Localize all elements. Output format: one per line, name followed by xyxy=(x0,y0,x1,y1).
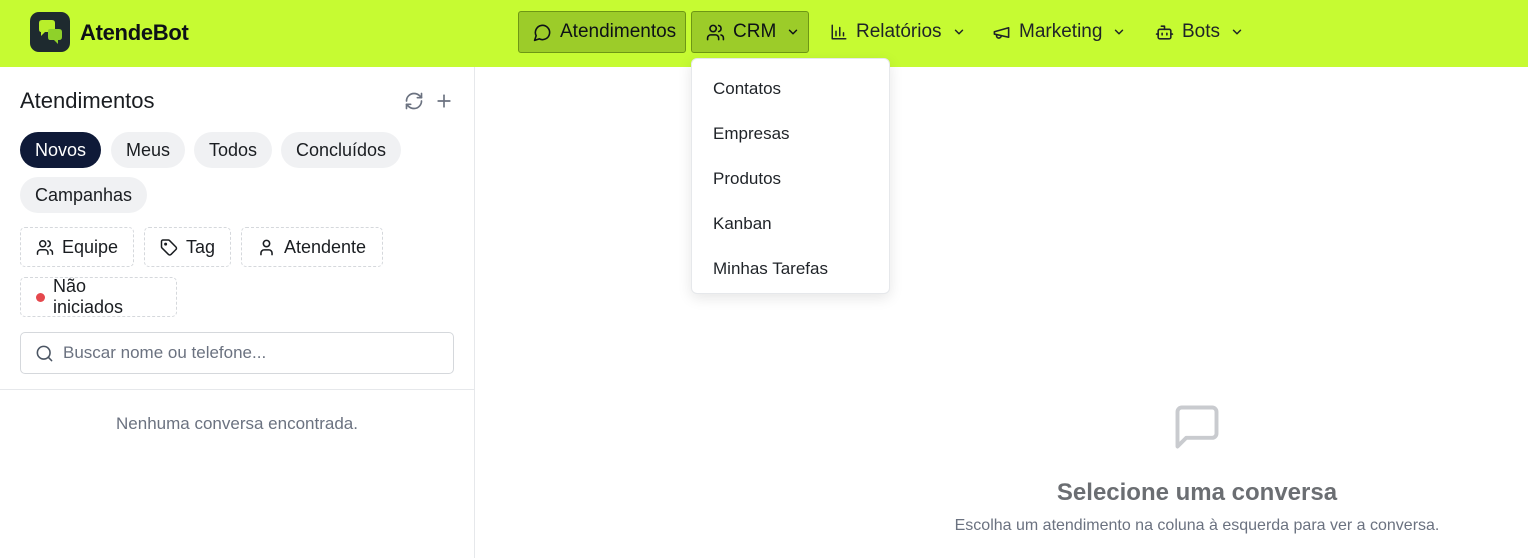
user-icon xyxy=(260,239,273,255)
filter-atendente[interactable]: Atendente xyxy=(241,227,383,267)
filter-equipe[interactable]: Equipe xyxy=(20,227,134,267)
chevron-down-icon xyxy=(789,29,798,35)
chevron-down-icon xyxy=(1232,29,1242,35)
brand-name[interactable]: AtendeBot xyxy=(80,20,189,46)
nav-bots[interactable]: Bots xyxy=(1141,11,1258,53)
status-dot xyxy=(36,292,45,302)
refresh-icon xyxy=(405,92,423,110)
filter-tag-label: Tag xyxy=(185,236,215,257)
tab-todos[interactable]: Todos xyxy=(194,132,273,168)
filter-nao-iniciados[interactable]: Não iniciados xyxy=(20,276,177,317)
menu-item-produtos[interactable]: Produtos xyxy=(692,156,889,201)
divider xyxy=(0,389,474,390)
logo-icon[interactable] xyxy=(30,12,70,52)
filter-equipe-label: Equipe xyxy=(61,236,118,257)
sidebar-title: Atendimentos xyxy=(20,88,155,113)
users-icon xyxy=(36,239,54,255)
empty-conversations-text: Nenhuma conversa encontrada. xyxy=(116,414,358,433)
empty-state-subtitle: Escolha um atendimento na coluna à esque… xyxy=(954,517,1440,534)
search-input[interactable] xyxy=(63,343,443,363)
nav-relatorios-label: Relatórios xyxy=(856,21,942,42)
crm-dropdown-menu: Contatos Empresas Produtos Kanban Minhas… xyxy=(691,58,890,294)
add-button[interactable] xyxy=(432,89,456,113)
filter-atendente-label: Atendente xyxy=(284,236,367,257)
nav-atendimentos[interactable]: Atendimentos xyxy=(518,11,686,53)
menu-item-empresas[interactable]: Empresas xyxy=(692,111,889,156)
tab-campanhas[interactable]: Campanhas xyxy=(20,177,148,213)
empty-state-title: Selecione uma conversa xyxy=(1056,479,1338,506)
search-icon xyxy=(36,345,53,361)
tab-novos[interactable]: Novos xyxy=(20,132,102,168)
plus-icon xyxy=(437,94,451,108)
nav-crm[interactable]: CRM xyxy=(691,11,809,53)
chevron-down-icon xyxy=(1115,29,1124,35)
filter-tag[interactable]: Tag xyxy=(144,227,231,267)
message-square-icon xyxy=(1175,405,1219,449)
message-circle-icon xyxy=(533,24,551,41)
refresh-button[interactable] xyxy=(402,89,426,113)
chevron-down-icon xyxy=(954,29,963,35)
nav-marketing[interactable]: Marketing xyxy=(978,11,1140,53)
bot-icon xyxy=(1155,24,1174,40)
nav-relatorios[interactable]: Relatórios xyxy=(816,11,980,53)
conversations-sidebar: Atendimentos Novos Meus Todos Concluídos… xyxy=(0,67,475,558)
nav-atendimentos-label: Atendimentos xyxy=(560,21,677,42)
nav-crm-label: CRM xyxy=(733,21,777,42)
tab-concluidos[interactable]: Concluídos xyxy=(281,132,402,168)
nav-bots-label: Bots xyxy=(1182,21,1221,42)
menu-item-contatos[interactable]: Contatos xyxy=(692,66,889,111)
search-box xyxy=(20,332,454,374)
tag-icon xyxy=(160,238,178,256)
top-navbar: AtendeBot Atendimentos CRM Relatórios Ma… xyxy=(0,0,1528,67)
users-icon xyxy=(706,24,725,40)
filter-nao-iniciados-label: Não iniciados xyxy=(53,276,124,317)
menu-item-kanban[interactable]: Kanban xyxy=(692,201,889,246)
megaphone-icon xyxy=(993,26,1010,39)
menu-item-minhas-tarefas[interactable]: Minhas Tarefas xyxy=(692,246,889,291)
nav-marketing-label: Marketing xyxy=(1019,21,1103,42)
tab-meus[interactable]: Meus xyxy=(111,132,186,168)
bar-chart-icon xyxy=(831,24,847,40)
